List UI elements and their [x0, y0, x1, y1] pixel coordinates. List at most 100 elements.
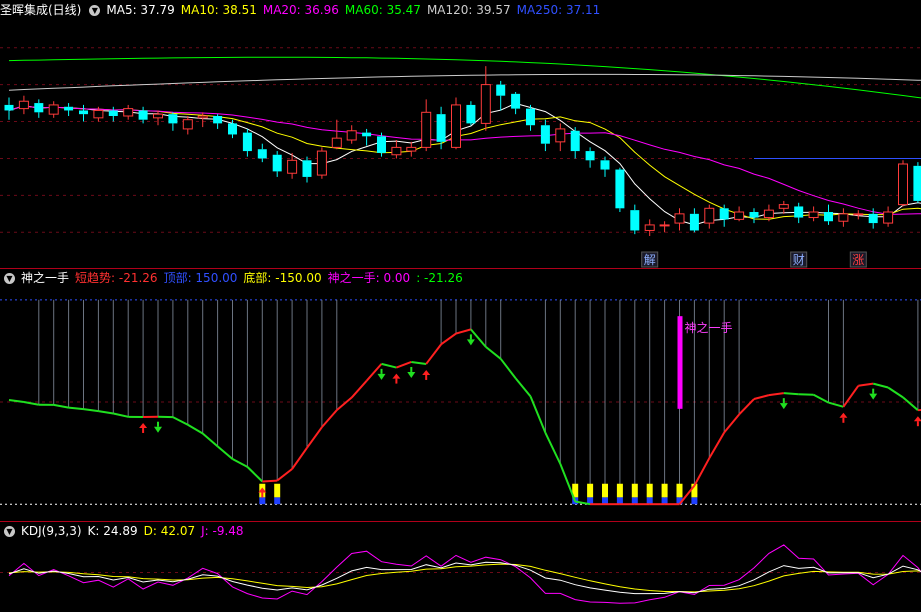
- trend-segment: [902, 396, 919, 411]
- kdj-legend: K: 24.89 D: 42.07 J: -9.48: [88, 524, 250, 538]
- trend-segment: [514, 377, 532, 398]
- candle-body-up: [555, 128, 566, 143]
- trend-segment: [485, 346, 502, 360]
- sell-arrow-icon: [407, 371, 416, 378]
- settings-toggle-icon[interactable]: ▼: [89, 5, 101, 16]
- legend-item: 顶部: 150.00: [163, 271, 238, 285]
- candle-body-up: [778, 204, 789, 209]
- bottom-bar-blue: [691, 497, 698, 505]
- trend-segment: [381, 362, 397, 369]
- trend-segment: [53, 403, 69, 409]
- candle-body-down: [719, 208, 729, 220]
- candle-body-up: [674, 213, 685, 224]
- event-badge[interactable]: 涨: [849, 251, 867, 268]
- event-badge[interactable]: 财: [790, 251, 808, 268]
- legend-item: K: 24.89: [87, 524, 138, 538]
- main-chart-panel[interactable]: 圣晖集成(日线) ▼ MA5: 37.79 MA10: 38.51 MA20: 36.9…: [0, 0, 921, 268]
- candle-body-up: [18, 100, 29, 110]
- kdj-header: ▼ KDJ(9,3,3) K: 24.89 D: 42.07 J: -9.48: [0, 522, 256, 540]
- legend-item: MA5: 37.79: [106, 3, 175, 17]
- bottom-bar-blue: [274, 497, 281, 505]
- candle-body-down: [168, 114, 178, 124]
- trend-segment: [544, 432, 562, 465]
- indicator-chart[interactable]: 神之一手: [0, 269, 921, 521]
- trend-segment: [411, 360, 427, 365]
- bottom-bar-yellow: [602, 483, 608, 498]
- candle-body-down: [4, 104, 14, 111]
- event-badge[interactable]: 解: [641, 251, 659, 268]
- legend-item: 底部: -150.00: [243, 271, 322, 285]
- candle-body-down: [749, 212, 759, 218]
- ma60-line: [8, 56, 921, 99]
- trend-segment: [187, 423, 204, 435]
- sell-arrow-icon: [154, 426, 162, 433]
- kdj-panel[interactable]: ▼ KDJ(9,3,3) K: 24.89 D: 42.07 J: -9.48: [0, 522, 921, 612]
- trend-segment: [83, 408, 99, 413]
- signal-bar: [677, 316, 683, 409]
- trend-segment: [783, 392, 799, 396]
- ma-legend: MA5: 37.79 MA10: 38.51 MA20: 36.96 MA60: 35…: [106, 3, 606, 17]
- trend-segment: [738, 398, 755, 416]
- buy-arrow-icon: [392, 373, 401, 379]
- trend-segment: [276, 468, 293, 482]
- trend-segment: [291, 447, 308, 470]
- trend-segment: [202, 432, 219, 448]
- candle-body-up: [898, 163, 908, 206]
- event-badge-text: 涨: [852, 252, 864, 267]
- candle-body-down: [868, 213, 878, 224]
- candle-body-up: [763, 209, 774, 219]
- candle-body-up: [480, 84, 491, 124]
- buy-arrow-icon: [422, 369, 431, 375]
- trend-segment: [813, 393, 829, 404]
- indicator-toggle-icon[interactable]: ▼: [4, 273, 15, 284]
- legend-item: MA120: 39.57: [426, 3, 511, 17]
- trend-segment: [842, 385, 860, 408]
- candle-body-down: [436, 114, 446, 142]
- legend-item: MA250: 37.11: [516, 3, 601, 17]
- candle-body-up: [48, 104, 59, 115]
- sell-arrow-icon: [869, 393, 878, 400]
- candle-body-up: [659, 224, 670, 227]
- trend-segment: [858, 382, 874, 387]
- indicator-header: ▼ 神之一手 短趋势: -21.26 顶部: 150.00 底部: -150.00 神之一…: [0, 269, 475, 287]
- candlestick-chart[interactable]: ←42←31.00解财涨: [0, 0, 921, 268]
- bottom-bar-yellow: [676, 483, 683, 498]
- main-chart-header: 圣晖集成(日线) ▼ MA5: 37.79 MA10: 38.51 MA20: 36.9…: [0, 1, 612, 19]
- kdj-toggle-icon[interactable]: ▼: [4, 526, 15, 537]
- bottom-bar-yellow: [274, 483, 281, 498]
- candle-body-down: [511, 93, 521, 109]
- candle-body-up: [883, 211, 894, 224]
- bottom-bar-blue: [259, 497, 266, 505]
- trend-segment: [440, 332, 457, 346]
- candle-body-up: [316, 150, 327, 176]
- candle-body-down: [377, 136, 386, 153]
- candle-body-down: [138, 110, 148, 120]
- candle-body-down: [108, 110, 118, 116]
- candle-body-down: [913, 165, 921, 201]
- candle-body-down: [570, 130, 580, 152]
- legend-item: MA60: 35.47: [344, 3, 421, 17]
- legend-item: 神之一手: 0.00: [327, 271, 411, 285]
- candle-body-down: [600, 160, 610, 170]
- candle-body-up: [734, 211, 745, 220]
- trend-segment: [529, 395, 547, 434]
- candle-body-down: [362, 132, 372, 137]
- trend-segment: [172, 416, 189, 426]
- trend-segment: [8, 398, 25, 403]
- trend-segment: [321, 409, 338, 428]
- candle-body-up: [197, 115, 208, 119]
- candle-body-down: [466, 104, 476, 124]
- trend-segment: [336, 396, 353, 411]
- trend-segment: [216, 445, 234, 460]
- candle-body-down: [79, 110, 88, 115]
- candle-body-down: [64, 106, 74, 111]
- kdj-title: KDJ(9,3,3): [21, 524, 82, 538]
- ma20-line: [8, 105, 921, 215]
- trend-segment: [113, 412, 129, 418]
- trend-segment: [455, 328, 472, 335]
- indicator-panel[interactable]: ▼ 神之一手 短趋势: -21.26 顶部: 150.00 底部: -150.00 神之一…: [0, 269, 921, 521]
- candle-body-down: [540, 125, 550, 144]
- candle-body-up: [153, 113, 163, 119]
- candle-body-up: [406, 146, 417, 152]
- sell-arrow-icon: [466, 339, 475, 346]
